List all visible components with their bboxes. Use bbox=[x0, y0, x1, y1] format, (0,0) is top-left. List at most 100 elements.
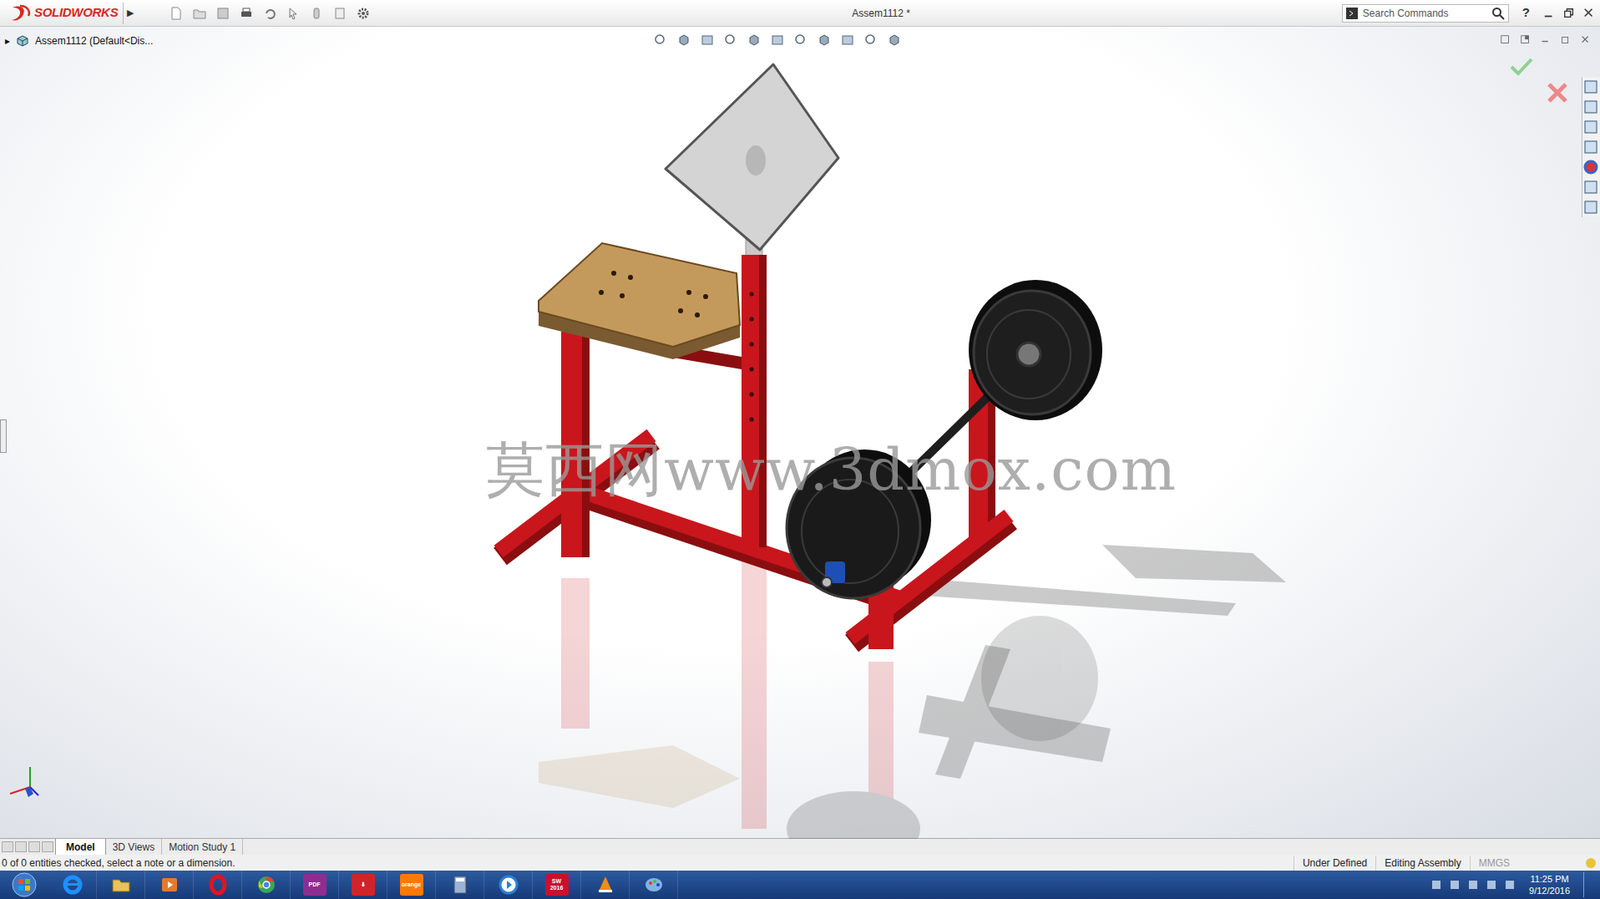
open-folder-icon[interactable] bbox=[192, 6, 207, 21]
bottom-tab[interactable]: Model bbox=[55, 838, 107, 855]
start-button[interactable] bbox=[0, 870, 49, 899]
home-icon[interactable] bbox=[1582, 78, 1600, 96]
taskbar-app[interactable] bbox=[48, 870, 97, 899]
taskbar-app[interactable]: ⬇ bbox=[339, 870, 388, 899]
taskbar-app[interactable]: SW 2016 bbox=[532, 870, 582, 899]
undo-icon[interactable] bbox=[263, 6, 277, 21]
ds-logo-icon bbox=[10, 4, 32, 23]
window-title: Assem1112 * bbox=[369, 5, 1342, 21]
frame bbox=[498, 220, 1011, 649]
design-library-icon[interactable] bbox=[1582, 118, 1600, 136]
feature-tree-root[interactable]: ▸Assem1112 (Default<Dis... bbox=[5, 33, 153, 49]
status-bar: 0 of 0 entities checked, select a note o… bbox=[0, 854, 1600, 871]
network-share-icon[interactable] bbox=[1467, 878, 1479, 891]
link-view-icon[interactable] bbox=[1519, 33, 1532, 47]
tab-scroll-button[interactable] bbox=[15, 840, 27, 852]
search-mode-icon bbox=[1346, 7, 1358, 20]
status-message: 0 of 0 entities checked, select a note o… bbox=[0, 855, 1294, 871]
viewport-minimize-icon[interactable] bbox=[1539, 33, 1552, 47]
status-field: Editing Assembly bbox=[1375, 855, 1469, 871]
resources-icon[interactable] bbox=[1582, 98, 1600, 116]
split-view-icon[interactable] bbox=[1499, 33, 1512, 47]
taskbar-app[interactable] bbox=[581, 870, 630, 899]
appearances-icon[interactable] bbox=[1582, 158, 1600, 176]
taskbar: PDF⬇orange SW 2016 11:25 PM9/12/2016 bbox=[0, 870, 1600, 899]
minimize-icon[interactable] bbox=[1543, 6, 1555, 21]
taskbar-app[interactable] bbox=[96, 870, 146, 899]
search-commands[interactable]: Search Commands bbox=[1341, 4, 1509, 23]
view-settings-icon[interactable] bbox=[886, 33, 902, 47]
taskbar-app[interactable]: PDF bbox=[290, 870, 340, 899]
bottom-tab[interactable]: Motion Study 1 bbox=[162, 838, 244, 855]
status-field: Under Defined bbox=[1293, 855, 1376, 871]
app-logo[interactable]: SOLIDWORKS bbox=[0, 3, 118, 23]
tray-arrow-icon[interactable] bbox=[1430, 878, 1443, 891]
apply-scene-icon[interactable] bbox=[863, 33, 879, 47]
hide-show-icon[interactable] bbox=[816, 33, 832, 47]
flag-icon[interactable] bbox=[1448, 878, 1461, 891]
cancel-x-icon[interactable] bbox=[1546, 81, 1569, 104]
forum-icon[interactable] bbox=[1582, 198, 1600, 216]
expand-arrow[interactable]: ▸ bbox=[5, 33, 11, 49]
options-gear-icon[interactable] bbox=[356, 6, 370, 21]
help-button[interactable]: ? bbox=[1522, 3, 1530, 23]
taskbar-app[interactable] bbox=[242, 870, 291, 899]
windows-logo-icon bbox=[11, 871, 37, 897]
edit-appearance-icon[interactable] bbox=[840, 33, 856, 47]
network-icon[interactable] bbox=[1485, 878, 1498, 891]
status-field: MMGS bbox=[1469, 855, 1519, 871]
display-style-icon[interactable] bbox=[793, 33, 809, 47]
solidworks-window: SOLIDWORKS▶ Assem1112 *Search Commands? ▸A… bbox=[0, 0, 1600, 899]
search-icon bbox=[1491, 6, 1505, 21]
file-explorer-icon[interactable] bbox=[1582, 138, 1600, 156]
bottom-tab[interactable]: 3D Views bbox=[106, 838, 163, 855]
taskbar-app[interactable] bbox=[145, 870, 194, 899]
taskbar-app[interactable] bbox=[193, 870, 243, 899]
graphics-area[interactable]: ▸Assem1112 (Default<Dis... 莫西网www.3dmox.c… bbox=[0, 26, 1600, 838]
close-icon[interactable] bbox=[1583, 6, 1595, 21]
window-controls bbox=[1543, 6, 1595, 21]
section-view-icon[interactable] bbox=[723, 33, 739, 47]
taskbar-app[interactable] bbox=[484, 870, 533, 899]
file-props-icon[interactable] bbox=[333, 6, 347, 21]
taskbar-app[interactable] bbox=[629, 870, 679, 899]
clock[interactable]: 11:25 PM9/12/2016 bbox=[1522, 872, 1577, 897]
task-pane-tabs bbox=[1581, 76, 1600, 218]
seat bbox=[538, 243, 740, 360]
new-file-icon[interactable] bbox=[169, 6, 183, 21]
left-panel-handle[interactable] bbox=[0, 419, 7, 453]
viewport-restore-icon[interactable] bbox=[1559, 33, 1572, 47]
select-icon[interactable] bbox=[286, 6, 300, 21]
zoom-area-icon[interactable] bbox=[676, 33, 692, 47]
assembly-model-render[interactable] bbox=[0, 26, 1600, 839]
back-pad bbox=[665, 64, 839, 250]
save-icon[interactable] bbox=[216, 6, 230, 21]
volume-icon[interactable] bbox=[1503, 878, 1516, 891]
tab-scroll-button[interactable] bbox=[28, 840, 41, 852]
reference-triad-icon bbox=[5, 761, 49, 806]
previous-view-icon[interactable] bbox=[699, 33, 715, 47]
rebuild-status-icon[interactable] bbox=[1584, 856, 1597, 869]
barbell bbox=[786, 279, 1103, 598]
viewport-close-icon[interactable] bbox=[1579, 33, 1592, 47]
menu-flyout-button[interactable]: ▶ bbox=[122, 2, 137, 25]
dynamic-annotation-icon[interactable] bbox=[746, 33, 762, 47]
rebuild-icon[interactable] bbox=[309, 6, 324, 21]
tab-scroll-button[interactable] bbox=[41, 840, 54, 852]
logo-text: SOLIDWORKS bbox=[34, 3, 118, 23]
heads-up-toolbar bbox=[653, 33, 902, 47]
print-icon[interactable] bbox=[239, 6, 254, 21]
tab-scroll-button[interactable] bbox=[1, 840, 14, 852]
taskbar-app[interactable]: orange bbox=[387, 870, 436, 899]
show-desktop[interactable] bbox=[1583, 871, 1594, 897]
view-orientation-icon[interactable] bbox=[769, 33, 785, 47]
taskbar-app[interactable] bbox=[435, 870, 485, 899]
confirm-check-icon[interactable] bbox=[1509, 56, 1534, 77]
watermark: 莫西网www.3dmox.com bbox=[486, 440, 1177, 499]
bottom-tabs: Model3D ViewsMotion Study 1 bbox=[0, 837, 1600, 855]
restore-icon[interactable] bbox=[1563, 6, 1575, 21]
assembly-icon bbox=[15, 34, 31, 48]
zoom-fit-icon[interactable] bbox=[653, 33, 669, 47]
reflection bbox=[538, 561, 1099, 839]
custom-properties-icon[interactable] bbox=[1582, 178, 1600, 196]
